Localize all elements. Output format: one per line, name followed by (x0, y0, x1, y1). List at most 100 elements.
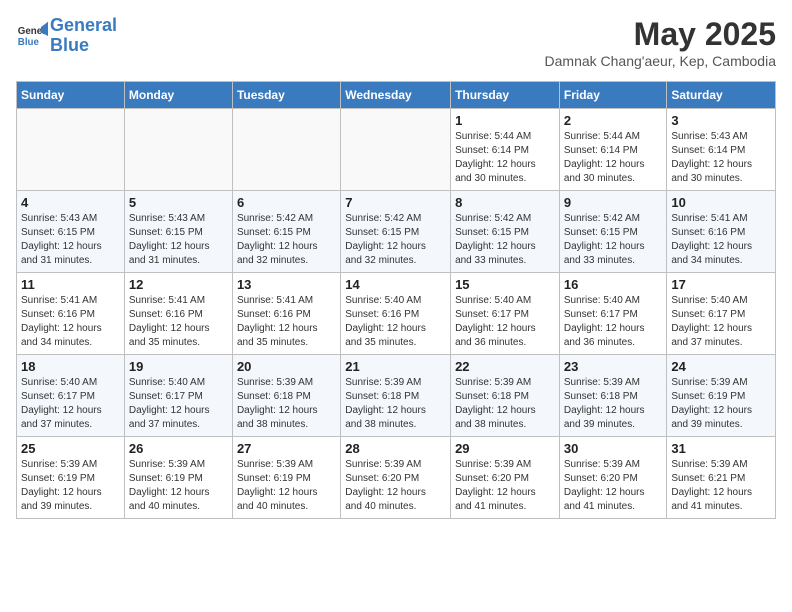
calendar-cell: 19Sunrise: 5:40 AM Sunset: 6:17 PM Dayli… (124, 355, 232, 437)
calendar-cell: 13Sunrise: 5:41 AM Sunset: 6:16 PM Dayli… (232, 273, 340, 355)
day-number: 22 (455, 359, 555, 374)
calendar-cell: 7 Sunrise: 5:42 AM Sunset: 6:15 PM Daylig… (341, 191, 451, 273)
day-info: Sunrise: 5:39 AM Sunset: 6:20 PM Dayligh… (564, 458, 663, 514)
day-number: 11 (21, 277, 120, 292)
calendar-cell: 21 Sunrise: 5:39 AM Sunset: 6:18 PM Dayli… (341, 355, 451, 437)
day-info: Sunrise: 5:39 AM Sunset: 6:20 PM Dayligh… (455, 458, 555, 514)
logo-icon: General Blue (16, 20, 48, 52)
day-info: Sunrise: 5:40 AM Sunset: 6:17 PM Dayligh… (564, 294, 663, 350)
calendar-cell: 20 Sunrise: 5:39 AM Sunset: 6:18 PM Dayli… (232, 355, 340, 437)
calendar-week-row: 1 Sunrise: 5:44 AM Sunset: 6:14 PM Daylig… (17, 109, 776, 191)
calendar-cell: 28Sunrise: 5:39 AM Sunset: 6:20 PM Dayli… (341, 437, 451, 519)
calendar-header: SundayMondayTuesdayWednesdayThursdayFrid… (17, 82, 776, 109)
calendar-week-row: 25 Sunrise: 5:39 AM Sunset: 6:19 PM Dayli… (17, 437, 776, 519)
calendar-cell: 6Sunrise: 5:42 AM Sunset: 6:15 PM Daylig… (232, 191, 340, 273)
day-info: Sunrise: 5:44 AM Sunset: 6:14 PM Dayligh… (564, 130, 663, 186)
day-info: Sunrise: 5:40 AM Sunset: 6:17 PM Dayligh… (671, 294, 771, 350)
day-number: 6 (237, 195, 336, 210)
day-info: Sunrise: 5:39 AM Sunset: 6:19 PM Dayligh… (671, 376, 771, 432)
day-info: Sunrise: 5:41 AM Sunset: 6:16 PM Dayligh… (237, 294, 336, 350)
day-number: 21 (345, 359, 446, 374)
day-number: 9 (564, 195, 663, 210)
calendar-cell (232, 109, 340, 191)
day-info: Sunrise: 5:39 AM Sunset: 6:18 PM Dayligh… (237, 376, 336, 432)
weekday-header: Monday (124, 82, 232, 109)
day-number: 20 (237, 359, 336, 374)
day-number: 23 (564, 359, 663, 374)
day-number: 2 (564, 113, 663, 128)
day-number: 12 (129, 277, 228, 292)
calendar-cell: 15 Sunrise: 5:40 AM Sunset: 6:17 PM Dayli… (451, 273, 560, 355)
day-number: 14 (345, 277, 446, 292)
day-number: 5 (129, 195, 228, 210)
weekday-header: Thursday (451, 82, 560, 109)
day-number: 18 (21, 359, 120, 374)
calendar-week-row: 4 Sunrise: 5:43 AM Sunset: 6:15 PM Daylig… (17, 191, 776, 273)
day-number: 27 (237, 441, 336, 456)
weekday-header: Friday (559, 82, 667, 109)
calendar-cell: 23 Sunrise: 5:39 AM Sunset: 6:18 PM Dayli… (559, 355, 667, 437)
day-number: 30 (564, 441, 663, 456)
day-info: Sunrise: 5:42 AM Sunset: 6:15 PM Dayligh… (345, 212, 446, 268)
day-number: 31 (671, 441, 771, 456)
calendar-cell: 9 Sunrise: 5:42 AM Sunset: 6:15 PM Daylig… (559, 191, 667, 273)
day-number: 19 (129, 359, 228, 374)
day-info: Sunrise: 5:41 AM Sunset: 6:16 PM Dayligh… (671, 212, 771, 268)
day-number: 7 (345, 195, 446, 210)
day-number: 25 (21, 441, 120, 456)
weekday-header: Sunday (17, 82, 125, 109)
calendar-cell: 11 Sunrise: 5:41 AM Sunset: 6:16 PM Dayli… (17, 273, 125, 355)
day-number: 17 (671, 277, 771, 292)
day-number: 29 (455, 441, 555, 456)
day-number: 10 (671, 195, 771, 210)
calendar-cell (341, 109, 451, 191)
calendar-cell (17, 109, 125, 191)
title-section: May 2025 Damnak Chang'aeur, Kep, Cambodi… (545, 16, 776, 69)
day-info: Sunrise: 5:41 AM Sunset: 6:16 PM Dayligh… (21, 294, 120, 350)
day-number: 3 (671, 113, 771, 128)
day-info: Sunrise: 5:41 AM Sunset: 6:16 PM Dayligh… (129, 294, 228, 350)
logo-text: GeneralBlue (50, 16, 117, 56)
calendar-cell: 17 Sunrise: 5:40 AM Sunset: 6:17 PM Dayli… (667, 273, 776, 355)
day-info: Sunrise: 5:40 AM Sunset: 6:16 PM Dayligh… (345, 294, 446, 350)
calendar-cell: 26Sunrise: 5:39 AM Sunset: 6:19 PM Dayli… (124, 437, 232, 519)
day-info: Sunrise: 5:39 AM Sunset: 6:21 PM Dayligh… (671, 458, 771, 514)
calendar-cell: 27 Sunrise: 5:39 AM Sunset: 6:19 PM Dayli… (232, 437, 340, 519)
logo: General Blue GeneralBlue (16, 16, 117, 56)
day-number: 28 (345, 441, 446, 456)
day-info: Sunrise: 5:43 AM Sunset: 6:15 PM Dayligh… (129, 212, 228, 268)
day-number: 15 (455, 277, 555, 292)
weekday-header: Saturday (667, 82, 776, 109)
calendar-cell: 29 Sunrise: 5:39 AM Sunset: 6:20 PM Dayli… (451, 437, 560, 519)
calendar-cell: 2 Sunrise: 5:44 AM Sunset: 6:14 PM Daylig… (559, 109, 667, 191)
day-number: 26 (129, 441, 228, 456)
day-info: Sunrise: 5:39 AM Sunset: 6:18 PM Dayligh… (345, 376, 446, 432)
calendar-table: SundayMondayTuesdayWednesdayThursdayFrid… (16, 81, 776, 519)
day-number: 1 (455, 113, 555, 128)
calendar-cell: 31 Sunrise: 5:39 AM Sunset: 6:21 PM Dayli… (667, 437, 776, 519)
calendar-cell: 14 Sunrise: 5:40 AM Sunset: 6:16 PM Dayli… (341, 273, 451, 355)
day-number: 8 (455, 195, 555, 210)
day-info: Sunrise: 5:43 AM Sunset: 6:14 PM Dayligh… (671, 130, 771, 186)
day-number: 24 (671, 359, 771, 374)
calendar-week-row: 11 Sunrise: 5:41 AM Sunset: 6:16 PM Dayli… (17, 273, 776, 355)
day-info: Sunrise: 5:40 AM Sunset: 6:17 PM Dayligh… (455, 294, 555, 350)
calendar-cell: 24 Sunrise: 5:39 AM Sunset: 6:19 PM Dayli… (667, 355, 776, 437)
calendar-cell (124, 109, 232, 191)
month-title: May 2025 (545, 16, 776, 53)
day-info: Sunrise: 5:40 AM Sunset: 6:17 PM Dayligh… (21, 376, 120, 432)
calendar-cell: 12 Sunrise: 5:41 AM Sunset: 6:16 PM Dayli… (124, 273, 232, 355)
day-info: Sunrise: 5:42 AM Sunset: 6:15 PM Dayligh… (564, 212, 663, 268)
day-number: 4 (21, 195, 120, 210)
day-info: Sunrise: 5:39 AM Sunset: 6:19 PM Dayligh… (237, 458, 336, 514)
calendar-cell: 22Sunrise: 5:39 AM Sunset: 6:18 PM Dayli… (451, 355, 560, 437)
day-info: Sunrise: 5:39 AM Sunset: 6:19 PM Dayligh… (21, 458, 120, 514)
location-subtitle: Damnak Chang'aeur, Kep, Cambodia (545, 53, 776, 69)
day-info: Sunrise: 5:43 AM Sunset: 6:15 PM Dayligh… (21, 212, 120, 268)
calendar-cell: 5 Sunrise: 5:43 AM Sunset: 6:15 PM Daylig… (124, 191, 232, 273)
weekday-header: Tuesday (232, 82, 340, 109)
calendar-cell: 10 Sunrise: 5:41 AM Sunset: 6:16 PM Dayli… (667, 191, 776, 273)
day-info: Sunrise: 5:44 AM Sunset: 6:14 PM Dayligh… (455, 130, 555, 186)
day-info: Sunrise: 5:39 AM Sunset: 6:18 PM Dayligh… (564, 376, 663, 432)
calendar-cell: 1 Sunrise: 5:44 AM Sunset: 6:14 PM Daylig… (451, 109, 560, 191)
